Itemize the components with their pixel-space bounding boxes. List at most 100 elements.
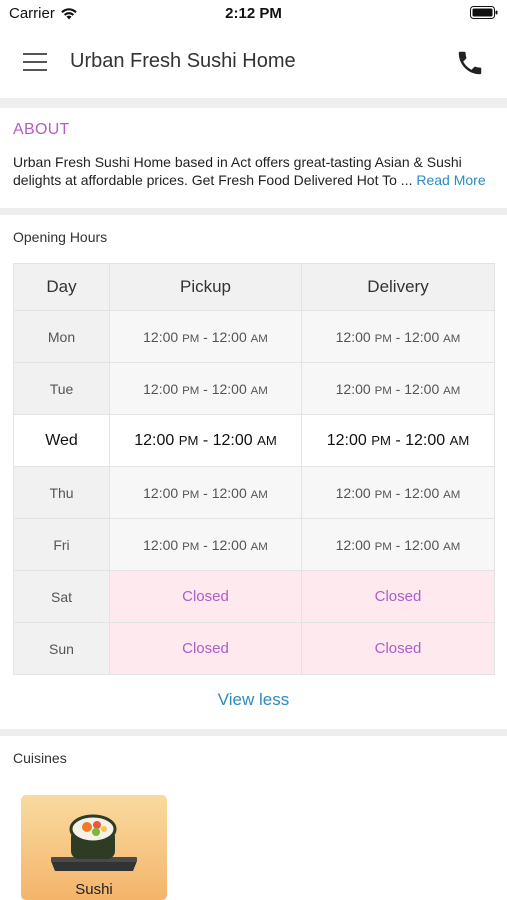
cuisine-label: Sushi bbox=[75, 881, 113, 898]
end-suffix: AM bbox=[250, 384, 268, 397]
end-time: 12:00 bbox=[405, 431, 446, 449]
end-time: 12:00 bbox=[212, 431, 253, 449]
start-time: 12:00 bbox=[143, 328, 179, 345]
start-suffix: PM bbox=[182, 332, 200, 345]
start-time: 12:00 bbox=[335, 484, 371, 501]
about-description: Urban Fresh Sushi Home based in Act offe… bbox=[13, 153, 498, 189]
battery-icon bbox=[470, 6, 498, 19]
start-suffix: PM bbox=[182, 540, 200, 553]
read-more-link[interactable]: Read More bbox=[416, 172, 485, 188]
start-suffix: PM bbox=[374, 332, 392, 345]
delivery-hours-cell: 12:00 PM - 12:00 AM bbox=[301, 466, 495, 519]
start-suffix: PM bbox=[178, 432, 199, 448]
time-separator: - bbox=[198, 431, 213, 449]
pickup-column-header: Pickup bbox=[109, 263, 302, 311]
status-bar: Carrier 2:12 PM bbox=[0, 0, 507, 28]
end-suffix: AM bbox=[257, 432, 277, 448]
pickup-hours-cell: 12:00 PM - 12:00 AM bbox=[109, 466, 302, 519]
time-separator: - bbox=[199, 484, 212, 501]
end-time: 12:00 bbox=[211, 536, 247, 553]
delivery-hours-cell: 12:00 PM - 12:00 AM bbox=[301, 310, 495, 363]
end-suffix: AM bbox=[443, 488, 461, 501]
end-suffix: AM bbox=[250, 332, 268, 345]
time-separator: - bbox=[199, 380, 212, 397]
start-time: 12:00 bbox=[335, 380, 371, 397]
opening-hours-table: Day Pickup Delivery Mon 12:00 PM - 12:00… bbox=[13, 263, 495, 675]
end-time: 12:00 bbox=[404, 484, 440, 501]
start-time: 12:00 bbox=[335, 536, 371, 553]
start-time: 12:00 bbox=[134, 431, 175, 449]
time-separator: - bbox=[391, 328, 405, 345]
hamburger-icon[interactable] bbox=[20, 50, 50, 74]
table-row: Tue 12:00 PM - 12:00 AM 12:00 PM - 12:00… bbox=[13, 362, 495, 415]
start-time: 12:00 bbox=[326, 431, 367, 449]
time-separator: - bbox=[199, 328, 212, 345]
time-separator: - bbox=[391, 484, 405, 501]
day-column-header: Day bbox=[13, 263, 110, 311]
pickup-closed-cell: Closed bbox=[109, 622, 302, 675]
start-time: 12:00 bbox=[143, 536, 179, 553]
day-cell: Wed bbox=[13, 414, 110, 467]
table-row: Sat Closed Closed bbox=[13, 570, 495, 623]
end-suffix: AM bbox=[443, 332, 461, 345]
end-time: 12:00 bbox=[211, 380, 247, 397]
section-divider bbox=[0, 98, 507, 108]
pickup-hours-cell: 12:00 PM - 12:00 AM bbox=[109, 362, 302, 415]
table-header-row: Day Pickup Delivery bbox=[13, 263, 495, 311]
header-bar: Urban Fresh Sushi Home bbox=[0, 28, 507, 98]
status-time: 2:12 PM bbox=[225, 5, 282, 22]
phone-icon[interactable] bbox=[455, 48, 485, 78]
section-divider bbox=[0, 208, 507, 215]
end-time: 12:00 bbox=[211, 484, 247, 501]
day-cell: Thu bbox=[13, 466, 110, 519]
delivery-closed-cell: Closed bbox=[301, 570, 495, 623]
end-time: 12:00 bbox=[404, 380, 440, 397]
table-row: Mon 12:00 PM - 12:00 AM 12:00 PM - 12:00… bbox=[13, 310, 495, 363]
pickup-hours-cell: 12:00 PM - 12:00 AM bbox=[109, 310, 302, 363]
day-cell: Sat bbox=[13, 570, 110, 623]
day-cell: Tue bbox=[13, 362, 110, 415]
table-row: Thu 12:00 PM - 12:00 AM 12:00 PM - 12:00… bbox=[13, 466, 495, 519]
pickup-hours-cell: 12:00 PM - 12:00 AM bbox=[109, 414, 302, 467]
end-time: 12:00 bbox=[404, 536, 440, 553]
start-suffix: PM bbox=[374, 488, 392, 501]
start-time: 12:00 bbox=[143, 380, 179, 397]
time-separator: - bbox=[390, 431, 406, 449]
delivery-hours-cell: 12:00 PM - 12:00 AM bbox=[301, 362, 495, 415]
day-cell: Mon bbox=[13, 310, 110, 363]
cuisine-card-sushi[interactable]: Sushi bbox=[21, 795, 167, 900]
sushi-icon bbox=[51, 814, 137, 871]
delivery-column-header: Delivery bbox=[301, 263, 495, 311]
table-row-current-day: Wed 12:00 PM - 12:00 AM 12:00 PM - 12:00… bbox=[13, 414, 495, 467]
end-suffix: AM bbox=[443, 384, 461, 397]
start-suffix: PM bbox=[182, 384, 200, 397]
time-separator: - bbox=[391, 536, 405, 553]
about-heading: ABOUT bbox=[13, 121, 70, 138]
cuisines-title: Cuisines bbox=[13, 750, 67, 766]
start-suffix: PM bbox=[374, 540, 392, 553]
start-suffix: PM bbox=[371, 432, 391, 448]
start-suffix: PM bbox=[374, 384, 392, 397]
end-suffix: AM bbox=[443, 540, 461, 553]
end-suffix: AM bbox=[449, 432, 470, 448]
start-suffix: PM bbox=[182, 488, 200, 501]
pickup-closed-cell: Closed bbox=[109, 570, 302, 623]
delivery-hours-cell: 12:00 PM - 12:00 AM bbox=[301, 518, 495, 571]
end-suffix: AM bbox=[250, 488, 268, 501]
about-text: Urban Fresh Sushi Home based in Act offe… bbox=[13, 154, 462, 188]
end-time: 12:00 bbox=[404, 328, 440, 345]
opening-hours-title: Opening Hours bbox=[13, 229, 108, 245]
section-divider bbox=[0, 729, 507, 736]
table-row: Sun Closed Closed bbox=[13, 622, 495, 675]
time-separator: - bbox=[391, 380, 405, 397]
end-time: 12:00 bbox=[211, 328, 247, 345]
day-cell: Sun bbox=[13, 622, 110, 675]
pickup-hours-cell: 12:00 PM - 12:00 AM bbox=[109, 518, 302, 571]
time-separator: - bbox=[199, 536, 212, 553]
delivery-hours-cell: 12:00 PM - 12:00 AM bbox=[301, 414, 495, 467]
day-cell: Fri bbox=[13, 518, 110, 571]
view-less-link[interactable]: View less bbox=[0, 690, 507, 710]
start-time: 12:00 bbox=[335, 328, 371, 345]
start-time: 12:00 bbox=[143, 484, 179, 501]
page-title: Urban Fresh Sushi Home bbox=[70, 50, 296, 72]
